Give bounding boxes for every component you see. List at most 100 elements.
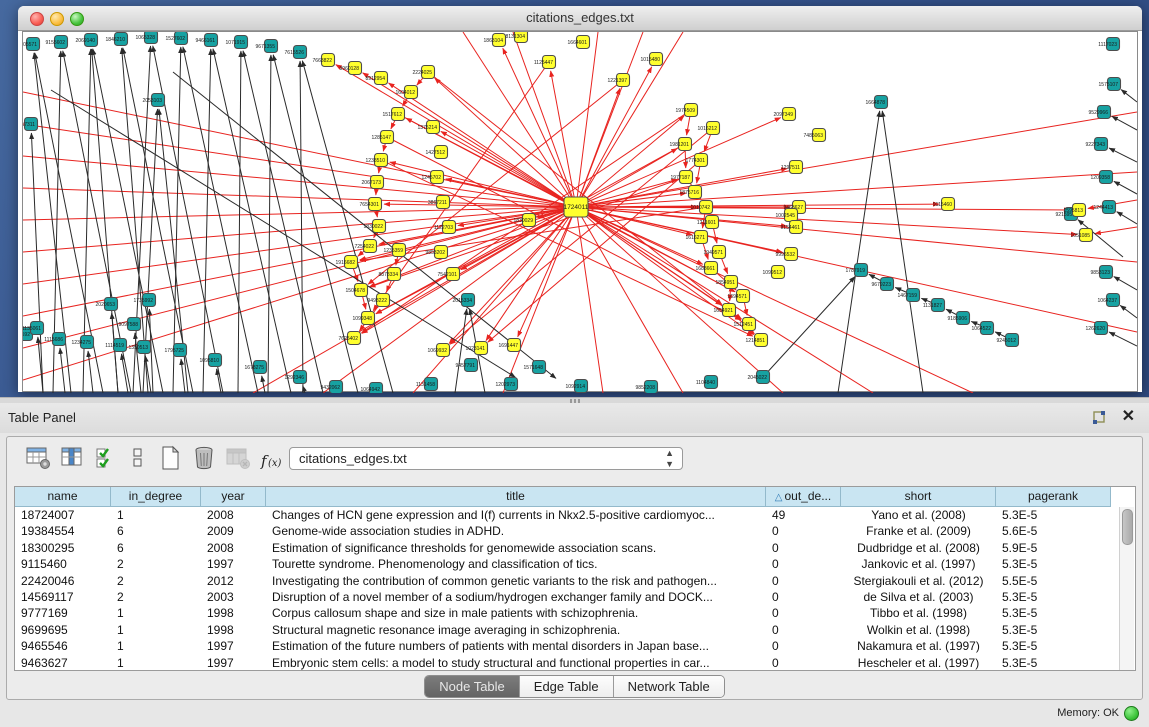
graph-node[interactable]: 9529966 — [1089, 106, 1111, 119]
column-header-short[interactable]: short — [841, 487, 996, 507]
graph-node[interactable]: 1214851 — [746, 334, 768, 347]
graph-node[interactable]: 1604012 — [396, 86, 418, 99]
graph-node[interactable]: 1981201 — [670, 138, 692, 151]
graph-node[interactable]: 7625402 — [339, 332, 361, 345]
graph-node[interactable]: 1095810 — [200, 354, 222, 367]
citation-edge-red[interactable] — [390, 162, 576, 207]
citation-edge-black[interactable] — [181, 359, 185, 393]
tab-edge-table[interactable]: Edge Table — [520, 676, 614, 697]
citation-edge-black[interactable] — [31, 133, 43, 393]
graph-node[interactable]: 1211601 — [697, 216, 719, 229]
column-header-name[interactable]: name — [15, 487, 111, 507]
graph-node[interactable]: 1245702 — [422, 171, 444, 184]
graph-node[interactable]: 9679223 — [872, 278, 894, 291]
function-builder-icon[interactable]: f(x) — [259, 448, 283, 476]
graph-node[interactable]: 9498222 — [368, 294, 390, 307]
graph-node[interactable]: 8912954 — [366, 72, 388, 85]
graph-node[interactable]: 1023141 — [466, 342, 488, 355]
table-row[interactable]: 1872400712008Changes of HCN gene express… — [15, 507, 1111, 523]
graph-node[interactable]: 1115686 — [44, 333, 65, 346]
graph-node[interactable]: 1069932 — [428, 344, 450, 357]
graph-node[interactable]: 2224025 — [413, 66, 435, 79]
graph-node[interactable]: 9960128 — [340, 62, 362, 75]
graph-node[interactable]: 2069140 — [76, 34, 98, 47]
table-vertical-scrollbar[interactable] — [1119, 507, 1134, 670]
graph-node[interactable]: 7615526 — [285, 46, 307, 59]
graph-node[interactable]: 9817311 — [23, 118, 38, 131]
graph-node[interactable]: 1575107 — [1099, 78, 1121, 91]
table-row[interactable]: 946554611997Estimation of the future num… — [15, 638, 1111, 654]
graph-node[interactable]: 1427512 — [426, 146, 448, 159]
graph-node[interactable]: 1795725 — [165, 344, 187, 357]
graph-node[interactable]: 1863104 — [484, 34, 506, 47]
graph-node[interactable]: 9457791 — [456, 359, 478, 372]
citation-edge-red[interactable] — [23, 207, 576, 348]
table-mode-icon[interactable] — [25, 445, 53, 473]
table-row[interactable]: 1456911722003Disruption of a novel membe… — [15, 589, 1111, 605]
graph-node[interactable]: 2053103 — [143, 94, 165, 107]
graph-node[interactable]: 2045022 — [748, 371, 770, 384]
graph-node[interactable]: 9671355 — [256, 40, 278, 53]
table-row[interactable]: 977716911998Corpus callosum shape and si… — [15, 605, 1111, 621]
close-panel-icon[interactable]: ✕ — [1122, 408, 1135, 426]
dropdown-stepper-icon[interactable]: ▲▼ — [665, 448, 674, 470]
citation-edge-red[interactable] — [23, 92, 576, 207]
graph-node[interactable]: 9852208 — [636, 381, 658, 394]
citation-network-graph[interactable]: 1405571915560220691401846210106532815276… — [23, 32, 1137, 393]
citation-edge-red[interactable] — [576, 207, 1137, 262]
citation-edge-red[interactable] — [23, 124, 576, 207]
graph-node[interactable]: 1571648 — [524, 361, 546, 374]
graph-node[interactable]: 9155602 — [46, 36, 68, 49]
tab-network-table[interactable]: Network Table — [614, 676, 724, 697]
table-row[interactable]: 2242004622012Investigating the contribut… — [15, 573, 1111, 589]
graph-node[interactable]: 1375214 — [418, 121, 440, 134]
delete-rows-icon[interactable] — [191, 445, 219, 473]
graph-node[interactable]: 9185906 — [948, 312, 970, 325]
citation-edge-red[interactable] — [576, 207, 703, 264]
tab-node-table[interactable]: Node Table — [425, 676, 520, 697]
new-table-icon[interactable] — [157, 445, 185, 473]
graph-node[interactable]: 1104840 — [696, 376, 718, 389]
citation-edge-red[interactable] — [576, 207, 1077, 235]
graph-node[interactable]: 1114519 — [105, 339, 126, 352]
graph-node[interactable]: 9097588 — [119, 318, 141, 331]
graph-node[interactable]: 1678275 — [245, 361, 267, 374]
graph-node[interactable]: 1099348 — [353, 312, 375, 325]
citation-edge-red[interactable] — [576, 118, 781, 207]
graph-node[interactable]: 1350513 — [129, 341, 151, 354]
graph-node[interactable]: 1664878 — [866, 96, 888, 109]
graph-node[interactable]: 2020653 — [96, 298, 118, 311]
citation-edge-black[interactable] — [88, 351, 93, 393]
graph-node[interactable]: 1071915 — [226, 36, 248, 49]
citation-edge-black[interactable] — [1117, 212, 1137, 224]
graph-node[interactable]: 8878334 — [379, 268, 401, 281]
row-height-icon[interactable] — [125, 445, 153, 473]
float-panel-icon[interactable] — [1091, 410, 1107, 426]
graph-node[interactable]: 7663822 — [313, 54, 335, 67]
citation-edge-red[interactable] — [576, 112, 1137, 207]
citation-edge-red[interactable] — [576, 88, 620, 207]
column-header-year[interactable]: year — [201, 487, 266, 507]
graph-node[interactable]: 9115460 — [933, 198, 955, 211]
citation-edge-black[interactable] — [882, 111, 923, 393]
citation-edge-red[interactable] — [370, 177, 686, 287]
graph-node[interactable]: 1654921 — [714, 304, 736, 317]
citation-edge-red[interactable] — [576, 207, 783, 393]
table-row[interactable]: 946362711997Embryonic stem cells: a mode… — [15, 655, 1111, 671]
citation-edge-red[interactable] — [576, 207, 1070, 210]
citation-edge-black[interactable] — [300, 61, 303, 393]
graph-node[interactable]: 1131458 — [416, 378, 438, 391]
citation-edge-black[interactable] — [1121, 90, 1137, 102]
graph-node[interactable]: 1015480 — [641, 53, 663, 66]
citation-edge-red[interactable] — [441, 131, 576, 207]
citation-edge-red[interactable] — [413, 207, 576, 393]
citation-edge-black[interactable] — [203, 49, 211, 393]
column-header-title[interactable]: title — [266, 487, 766, 507]
show-columns-icon[interactable] — [59, 445, 87, 473]
table-row[interactable]: 1938455462009Genome-wide association stu… — [15, 523, 1111, 539]
citation-edge-red[interactable] — [576, 207, 873, 393]
graph-node[interactable]: 1099512 — [763, 266, 785, 279]
graph-node[interactable]: 1467159 — [898, 289, 920, 302]
graph-node[interactable]: 8131304 — [506, 32, 528, 43]
citation-edge-black[interactable] — [763, 277, 855, 377]
